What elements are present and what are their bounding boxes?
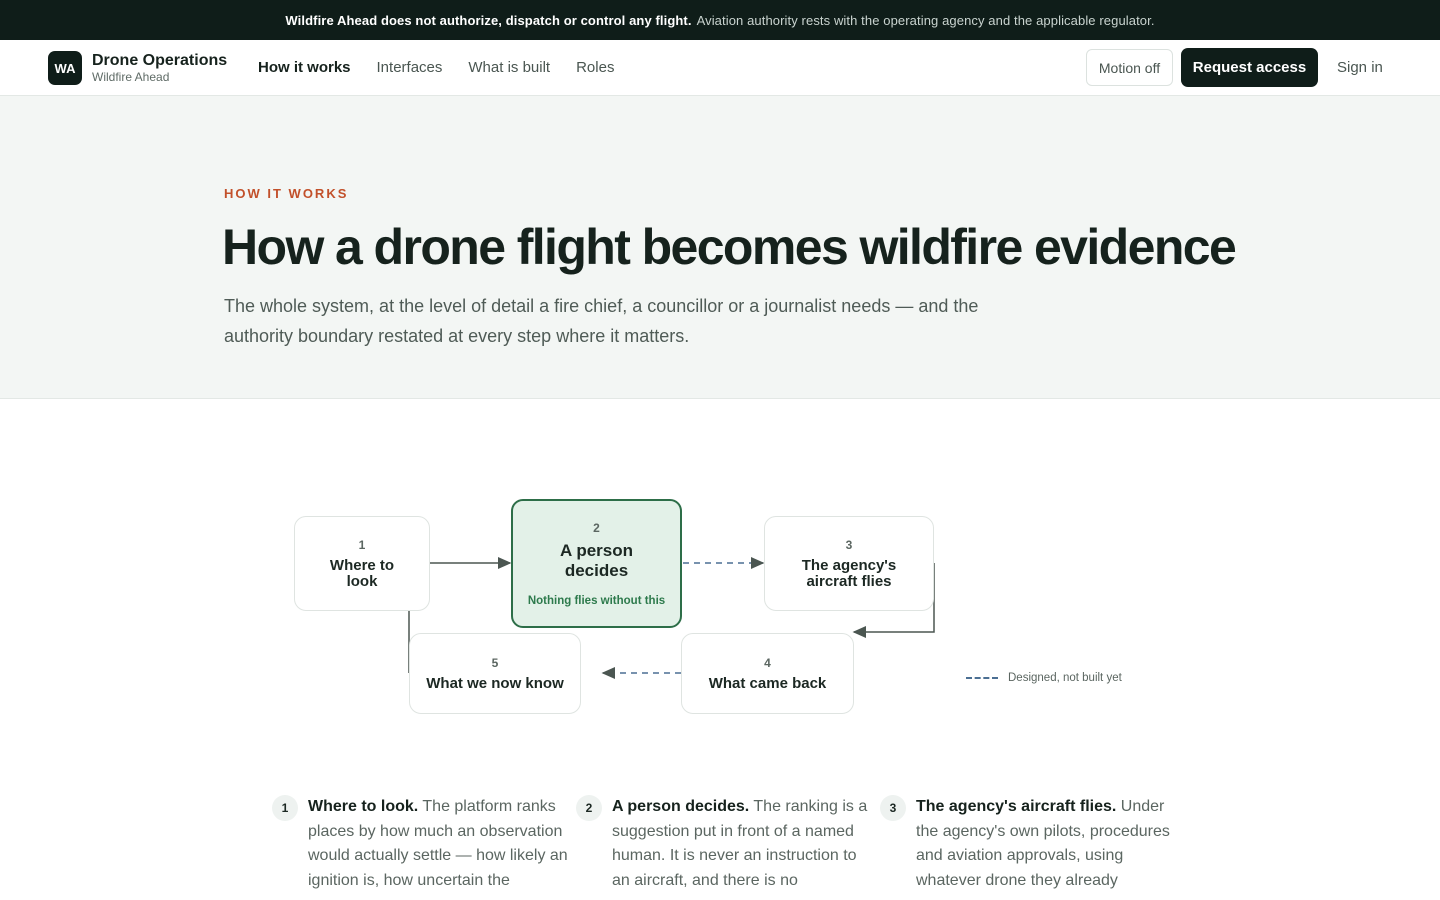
legend-label: Designed, not built yet (1008, 672, 1122, 684)
sign-in-link[interactable]: Sign in (1337, 59, 1383, 76)
step-item: 2 A person decides. The ranking is a sug… (576, 795, 874, 893)
flow-node-title: A person decides (559, 540, 634, 580)
hero-section: HOW IT WORKS How a drone flight becomes … (0, 96, 1440, 399)
step-item: 3 The agency's aircraft flies. Under the… (880, 795, 1178, 893)
step-number-badge: 3 (880, 795, 906, 821)
flow-node-a-person-decides[interactable]: 2 A person decides Nothing flies without… (511, 499, 682, 628)
step-title: The agency's aircraft flies. (916, 798, 1117, 815)
brand-title[interactable]: Drone Operations (92, 52, 227, 70)
eyebrow: HOW IT WORKS (224, 186, 349, 201)
step-item: 1 Where to look. The platform ranks plac… (272, 795, 570, 893)
flow-node-number: 5 (491, 655, 499, 670)
flow-diagram: 1 Where to look 2 A person decides Nothi… (0, 400, 1440, 750)
authority-banner-strong: Wildfire Ahead does not authorize, dispa… (285, 12, 692, 28)
step-number-badge: 2 (576, 795, 602, 821)
diagram-legend: Designed, not built yet (966, 672, 1122, 684)
flow-node-what-came-back[interactable]: 4 What came back (681, 633, 854, 714)
flow-node-title: What came back (708, 674, 827, 692)
nav-interfaces[interactable]: Interfaces (377, 59, 443, 76)
step-text: Where to look. The platform ranks places… (308, 795, 570, 893)
flow-node-number: 4 (764, 655, 771, 670)
flow-node-title: The agency's aircraft flies (801, 556, 897, 590)
flow-node-title: What we now know (426, 674, 564, 692)
steps-list: 1 Where to look. The platform ranks plac… (0, 790, 1440, 900)
flow-node-where-to-look[interactable]: 1 Where to look (294, 516, 430, 611)
authority-banner-text: Aviation authority rests with the operat… (696, 12, 1155, 28)
logo-mark[interactable]: WA (48, 51, 82, 85)
page-title: How a drone flight becomes wildfire evid… (222, 219, 1237, 275)
authority-banner: Wildfire Ahead does not authorize, dispa… (0, 0, 1440, 40)
brand-subtitle: Wildfire Ahead (92, 70, 170, 84)
flow-node-title: Where to look (329, 556, 395, 590)
nav-roles[interactable]: Roles (576, 59, 614, 76)
flow-node-number: 2 (593, 520, 600, 535)
flow-node-note: Nothing flies without this (527, 594, 666, 607)
site-header: WA Drone Operations Wildfire Ahead How i… (0, 40, 1440, 96)
flow-node-agency-aircraft-flies[interactable]: 3 The agency's aircraft flies (764, 516, 934, 611)
step-text: The agency's aircraft flies. Under the a… (916, 795, 1178, 893)
flow-node-what-we-now-know[interactable]: 5 What we now know (409, 633, 581, 714)
flow-node-number: 3 (845, 537, 853, 552)
dashed-line-swatch (966, 677, 998, 679)
flow-node-number: 1 (358, 537, 366, 552)
main-nav: How it works Interfaces What is built Ro… (258, 59, 614, 76)
step-title: Where to look. (308, 798, 419, 815)
motion-toggle-button[interactable]: Motion off (1086, 49, 1173, 86)
step-title: A person decides. (612, 798, 750, 815)
step-number-badge: 1 (272, 795, 298, 821)
step-text: A person decides. The ranking is a sugge… (612, 795, 874, 893)
nav-how-it-works[interactable]: How it works (258, 59, 351, 76)
nav-what-is-built[interactable]: What is built (468, 59, 550, 76)
request-access-button[interactable]: Request access (1181, 48, 1318, 87)
hero-lede: The whole system, at the level of detail… (224, 296, 979, 346)
